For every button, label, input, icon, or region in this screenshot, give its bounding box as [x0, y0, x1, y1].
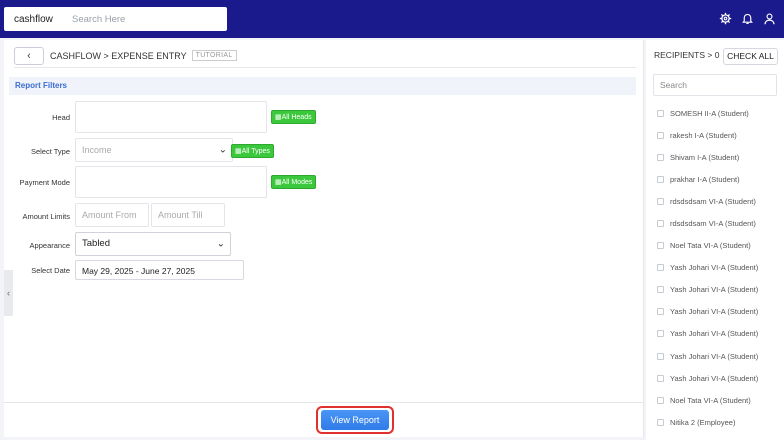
list-item[interactable]: Yash Johari VI-A (Student) [657, 345, 758, 367]
date-range-input[interactable]: May 29, 2025 - June 27, 2025 [75, 260, 244, 280]
appearance-label: Appearance [29, 241, 70, 250]
chevron-down-icon: ⌄ [216, 238, 225, 250]
recipient-checkbox[interactable] [657, 396, 664, 404]
list-item[interactable]: Yash Johari VI-A (Student) [657, 279, 758, 301]
top-bar: cashflow Search Here [0, 0, 784, 38]
select-type-label: Select Type [30, 147, 70, 156]
recipient-checkbox[interactable] [657, 175, 664, 183]
recipient-checkbox[interactable] [657, 109, 664, 117]
breadcrumb: ‹ CASHFLOW > EXPENSE ENTRY TUTORIAL [14, 44, 636, 68]
head-label: Head [52, 113, 70, 122]
appearance-select[interactable]: Tabled ⌄ [75, 232, 231, 256]
recipients-header: RECIPIENTS > 0 [654, 50, 720, 60]
recipients-panel: RECIPIENTS > 0 CHECK ALL Search SOMESH I… [646, 40, 784, 440]
breadcrumb-path: CASHFLOW > EXPENSE ENTRY [50, 50, 187, 61]
report-filters-heading: Report Filters [9, 77, 636, 95]
recipient-checkbox[interactable] [657, 374, 664, 382]
list-item[interactable]: Shivam I-A (Student) [657, 146, 758, 168]
recipient-label: Shivam I-A (Student) [670, 152, 740, 162]
check-all-button[interactable]: CHECK ALL [723, 48, 778, 65]
recipient-label: Yash Johari VI-A (Student) [670, 373, 759, 383]
recipient-checkbox[interactable] [657, 330, 664, 338]
back-button[interactable]: ‹ [14, 46, 44, 65]
recipient-search-input[interactable]: Search [653, 74, 777, 96]
amount-limits-label: Amount Limits [22, 212, 70, 221]
view-report-button[interactable]: View Report [321, 410, 389, 430]
recipient-label: Yash Johari VI-A (Student) [670, 351, 759, 361]
all-types-label: All Types [241, 148, 270, 155]
recipient-checkbox[interactable] [657, 131, 664, 139]
list-item[interactable]: Yash Johari VI-A (Student) [657, 301, 758, 323]
recipient-label: rdsdsdsam VI-A (Student) [670, 219, 756, 229]
recipient-checkbox[interactable] [657, 153, 664, 161]
payment-mode-select[interactable] [75, 166, 267, 198]
user-icon[interactable] [763, 12, 776, 25]
recipient-label: Nitika 2 (Employee) [670, 417, 736, 427]
amount-from-placeholder: Amount From [82, 210, 137, 220]
all-modes-label: All Modes [281, 179, 313, 186]
list-item[interactable]: rdsdsdsam VI-A (Student) [657, 190, 758, 212]
list-item[interactable]: Nitika 2 (Employee) [657, 411, 758, 433]
select-type-dropdown[interactable]: Income ⌄ [75, 138, 233, 162]
recipient-checkbox[interactable] [657, 264, 664, 272]
list-item[interactable]: prakhar I-A (Student) [657, 168, 758, 190]
list-item[interactable]: rakesh I-A (Student) [657, 124, 758, 146]
recipient-label: rakesh I-A (Student) [670, 130, 737, 140]
payment-mode-label: Payment Mode [19, 178, 70, 187]
recipient-checkbox[interactable] [657, 352, 664, 360]
select-type-value: Income [82, 145, 112, 155]
report-panel: ‹ ‹ CASHFLOW > EXPENSE ENTRY TUTORIAL Re… [4, 40, 644, 437]
recipient-label: Yash Johari VI-A (Student) [670, 307, 759, 317]
recipient-checkbox[interactable] [657, 308, 664, 316]
recipient-checkbox[interactable] [657, 242, 664, 250]
all-heads-button[interactable]: ▦All Heads [271, 110, 316, 124]
recipient-label: Yash Johari VI-A (Student) [670, 329, 759, 339]
top-icons [719, 12, 776, 25]
collapse-handle[interactable]: ‹ [4, 270, 13, 316]
global-search-input[interactable]: Search Here [72, 14, 125, 25]
recipient-checkbox[interactable] [657, 220, 664, 228]
footer-divider [4, 402, 644, 403]
all-types-button[interactable]: ▦All Types [231, 144, 274, 158]
all-heads-label: All Heads [281, 114, 312, 121]
date-range-value: May 29, 2025 - June 27, 2025 [82, 266, 195, 276]
list-item[interactable]: Noel Tata VI-A (Student) [657, 389, 758, 411]
recipient-checkbox[interactable] [657, 286, 664, 294]
recipient-label: prakhar I-A (Student) [670, 174, 740, 184]
chevron-down-icon: ⌄ [218, 144, 227, 156]
recipient-checkbox[interactable] [657, 197, 664, 205]
recipient-label: Noel Tata VI-A (Student) [670, 241, 751, 251]
list-item[interactable]: Noel Tata VI-A (Student) [657, 235, 758, 257]
amount-till-input[interactable]: Amount Till [151, 203, 225, 227]
amount-from-input[interactable]: Amount From [75, 203, 149, 227]
head-select[interactable] [75, 101, 267, 133]
list-item[interactable]: Yash Johari VI-A (Student) [657, 257, 758, 279]
recipient-label: Yash Johari VI-A (Student) [670, 263, 759, 273]
list-item[interactable]: SOMESH II-A (Student) [657, 102, 758, 124]
gear-icon[interactable] [719, 12, 732, 25]
chevron-left-icon: ‹ [7, 288, 10, 298]
bell-icon[interactable] [741, 12, 754, 25]
recipient-list: SOMESH II-A (Student) rakesh I-A (Student… [657, 102, 758, 433]
recipient-label: Yash Johari VI-A (Student) [670, 285, 759, 295]
appearance-value: Tabled [82, 238, 110, 249]
brand-search-box: cashflow Search Here [4, 7, 227, 31]
brand-name[interactable]: cashflow [4, 14, 72, 25]
amount-till-placeholder: Amount Till [158, 210, 203, 220]
recipient-label: SOMESH II-A (Student) [670, 108, 749, 118]
tutorial-badge[interactable]: TUTORIAL [191, 50, 237, 61]
list-item[interactable]: Yash Johari VI-A (Student) [657, 323, 758, 345]
recipient-label: rdsdsdsam VI-A (Student) [670, 196, 756, 206]
view-report-highlight: View Report [316, 406, 394, 434]
all-modes-button[interactable]: ▦All Modes [271, 175, 317, 189]
recipient-label: Noel Tata VI-A (Student) [670, 395, 751, 405]
recipient-checkbox[interactable] [657, 418, 664, 426]
select-date-label: Select Date [31, 266, 70, 275]
list-item[interactable]: Yash Johari VI-A (Student) [657, 367, 758, 389]
list-item[interactable]: rdsdsdsam VI-A (Student) [657, 212, 758, 234]
